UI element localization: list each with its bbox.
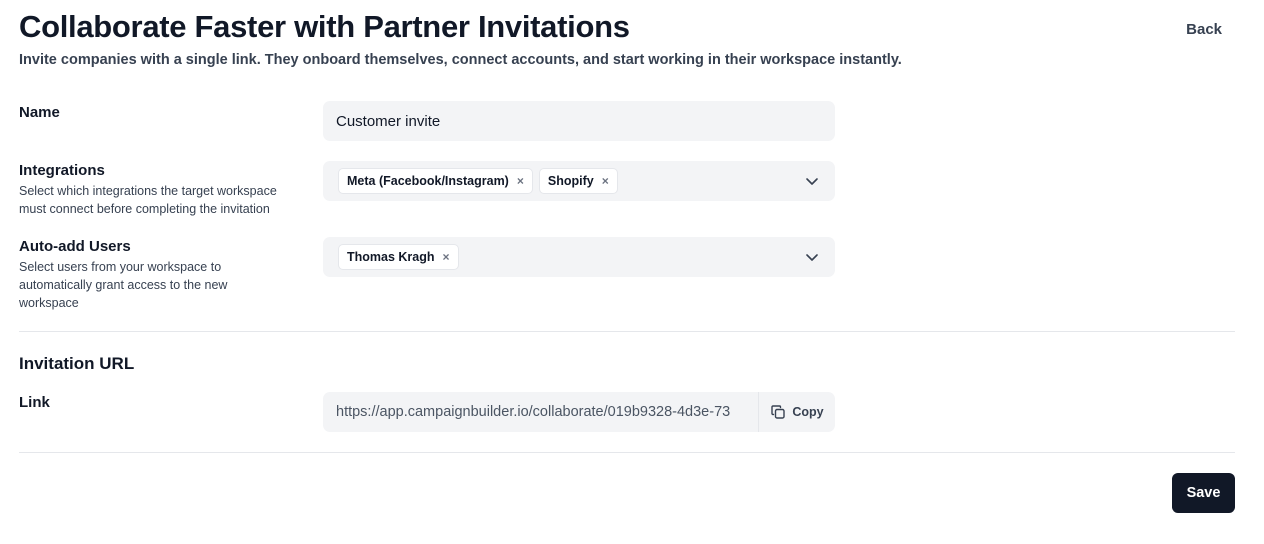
invitation-url-field: https://app.campaignbuilder.io/collabora…: [323, 392, 835, 432]
user-chip-label: Thomas Kragh: [347, 250, 435, 264]
auto-add-users-label: Auto-add Users: [19, 238, 131, 255]
auto-add-users-help: Select users from your workspace to auto…: [19, 260, 228, 310]
integrations-select[interactable]: Meta (Facebook/Instagram) × Shopify ×: [323, 161, 835, 201]
footer-divider: [19, 452, 1235, 453]
link-label: Link: [19, 394, 50, 411]
invitation-section-title: Invitation URL: [19, 354, 135, 373]
remove-chip-icon[interactable]: ×: [443, 250, 450, 264]
chevron-down-icon[interactable]: [805, 250, 819, 264]
integrations-chips: Meta (Facebook/Instagram) × Shopify ×: [338, 168, 618, 194]
integrations-label: Integrations: [19, 162, 105, 179]
back-button[interactable]: Back: [1186, 21, 1222, 38]
section-divider: [19, 331, 1235, 332]
name-field-wrapper: [323, 101, 835, 141]
integration-chip: Meta (Facebook/Instagram) ×: [338, 168, 533, 194]
copy-icon: [771, 405, 786, 419]
integration-chip-label: Shopify: [547, 174, 594, 188]
remove-chip-icon[interactable]: ×: [602, 174, 609, 188]
page-title: Collaborate Faster with Partner Invitati…: [19, 9, 630, 44]
name-input[interactable]: [323, 101, 835, 141]
chevron-down-icon[interactable]: [805, 174, 819, 188]
remove-chip-icon[interactable]: ×: [517, 174, 524, 188]
auto-add-users-select[interactable]: Thomas Kragh ×: [323, 237, 835, 277]
copy-button[interactable]: Copy: [758, 392, 835, 432]
page-subtitle: Invite companies with a single link. The…: [19, 52, 902, 68]
save-button[interactable]: Save: [1172, 473, 1235, 513]
user-chip: Thomas Kragh ×: [338, 244, 459, 270]
invitation-url[interactable]: https://app.campaignbuilder.io/collabora…: [323, 392, 758, 432]
name-label: Name: [19, 104, 60, 121]
copy-button-label: Copy: [792, 405, 824, 419]
users-chips: Thomas Kragh ×: [338, 244, 459, 270]
integration-chip-label: Meta (Facebook/Instagram): [347, 174, 509, 188]
page-header: Collaborate Faster with Partner Invitati…: [19, 8, 1264, 69]
integrations-help: Select which integrations the target wor…: [19, 184, 277, 216]
integration-chip: Shopify ×: [538, 168, 618, 194]
